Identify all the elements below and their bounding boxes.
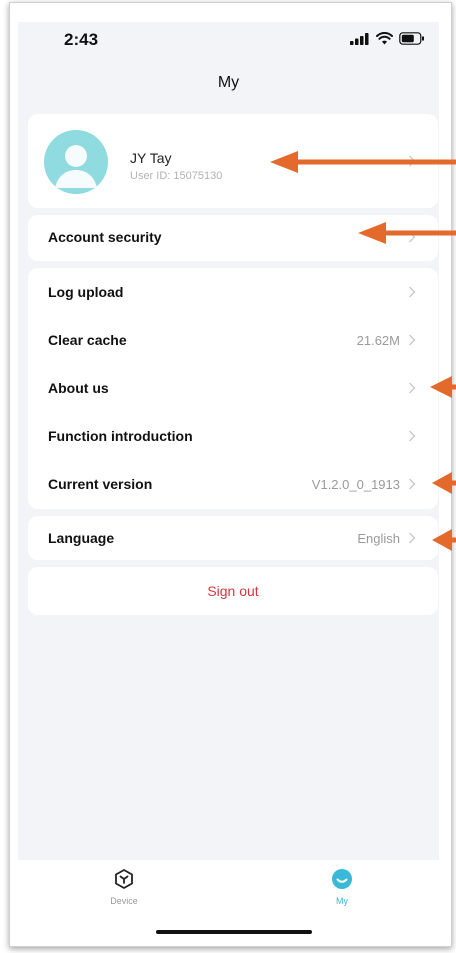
menu-item-label: About us xyxy=(48,380,109,396)
language-card: Language English xyxy=(28,516,438,560)
chevron-right-icon xyxy=(409,382,416,394)
tab-my-label: My xyxy=(336,896,348,906)
tab-bar: Device My xyxy=(18,860,439,940)
chevron-right-icon xyxy=(409,532,416,544)
chevron-right-icon xyxy=(409,478,416,490)
status-icons xyxy=(350,32,425,45)
annotation-arrow-icon xyxy=(270,151,456,173)
menu-item-label: Current version xyxy=(48,476,153,492)
version-value: V1.2.0_0_1913 xyxy=(311,477,400,492)
menu-item-label: Function introduction xyxy=(48,428,193,444)
chevron-right-icon xyxy=(409,430,416,442)
language-value: English xyxy=(357,531,400,546)
user-avatar-icon xyxy=(55,145,97,188)
signal-icon xyxy=(350,32,369,45)
smile-circle-icon xyxy=(332,869,352,889)
menu-item-current-version[interactable]: Current version V1.2.0_0_1913 xyxy=(28,462,438,508)
settings-group-card: Log upload Clear cache 21.62M About us F… xyxy=(28,268,438,509)
menu-item-log-upload[interactable]: Log upload xyxy=(28,270,438,316)
sign-out-button[interactable]: Sign out xyxy=(28,567,438,615)
device-hexagon-icon xyxy=(115,869,133,889)
chevron-right-icon xyxy=(409,334,416,346)
menu-item-label: Log upload xyxy=(48,284,124,300)
avatar[interactable] xyxy=(44,130,108,194)
annotation-arrow-icon xyxy=(430,376,456,398)
menu-item-label: Clear cache xyxy=(48,332,127,348)
menu-item-language[interactable]: Language English xyxy=(28,516,438,562)
menu-item-clear-cache[interactable]: Clear cache 21.62M xyxy=(28,318,438,364)
tab-device-label: Device xyxy=(110,896,138,906)
profile-user-id: User ID: 15075130 xyxy=(130,170,223,182)
page-title: My xyxy=(217,74,240,91)
status-bar: 2:43 xyxy=(18,22,439,62)
menu-item-label: Account security xyxy=(48,229,162,245)
cache-size-value: 21.62M xyxy=(356,333,400,348)
profile-name: JY Tay xyxy=(130,150,172,166)
battery-icon xyxy=(399,32,424,45)
menu-item-about-us[interactable]: About us xyxy=(28,366,438,412)
annotation-arrow-icon xyxy=(432,529,456,551)
status-time: 2:43 xyxy=(64,30,99,49)
menu-item-label: Language xyxy=(48,530,115,546)
home-indicator xyxy=(156,930,312,934)
menu-item-function-introduction[interactable]: Function introduction xyxy=(28,414,438,460)
sign-out-label: Sign out xyxy=(207,583,259,599)
tab-device[interactable]: Device xyxy=(84,868,164,906)
chevron-right-icon xyxy=(409,286,416,298)
annotation-arrow-icon xyxy=(432,472,456,494)
tab-my[interactable]: My xyxy=(302,868,382,906)
phone-screen: 2:43 My JY Tay User ID: 15075130 Account… xyxy=(18,22,439,860)
annotation-arrow-icon xyxy=(358,222,456,244)
wifi-icon xyxy=(376,32,393,45)
